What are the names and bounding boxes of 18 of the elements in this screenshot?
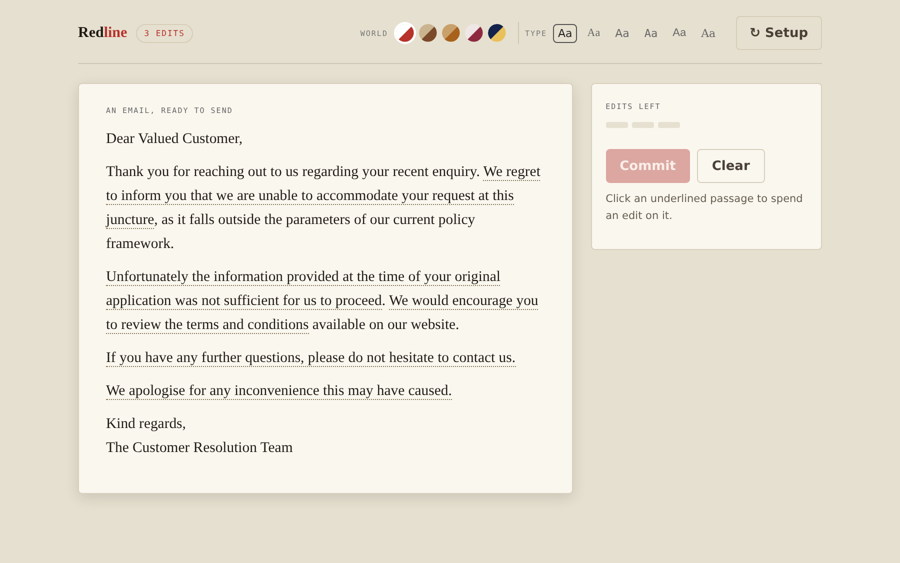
setup-button[interactable]: ↻ Setup xyxy=(736,16,822,50)
typeface-option[interactable]: Aa xyxy=(553,24,578,42)
typeface-option[interactable]: Aa xyxy=(668,24,692,42)
edits-count-badge: 3 EDITS xyxy=(136,24,193,42)
email-paragraph: We apologise for any inconvenience this may have caused. xyxy=(106,382,453,402)
email-paragraph: The Customer Resolution Team xyxy=(106,439,294,458)
email-paragraph: Kind regards, xyxy=(106,415,187,434)
typeface-option[interactable]: Aa xyxy=(639,24,663,42)
typeface-option[interactable]: Aa xyxy=(582,24,606,42)
typeface-option[interactable]: Aa xyxy=(696,24,721,42)
email-paragraph: If you have any further questions, please do not hesitate to contact us. xyxy=(106,349,517,369)
hint-text: Click an underlined passage to spend an edit on it. xyxy=(606,192,804,224)
typeface-option[interactable]: Aa xyxy=(610,24,634,42)
email-paragraph: Thank you for reaching out to us regarding your recent enquiry. We regret to inform you that we are unable to accommodate your request at this juncture, as it falls outside the parameters of our current policy framework. xyxy=(106,163,542,254)
email-paragraph: Dear Valued Customer, xyxy=(106,130,244,149)
app-logo: Redline xyxy=(78,24,128,42)
clear-button[interactable]: Clear xyxy=(696,149,765,183)
email-paragraph: Unfortunately the information provided at the time of your original application was not sufficient for us to proceed. We would encourage you to review the terms and conditions available on our website. xyxy=(106,268,540,336)
